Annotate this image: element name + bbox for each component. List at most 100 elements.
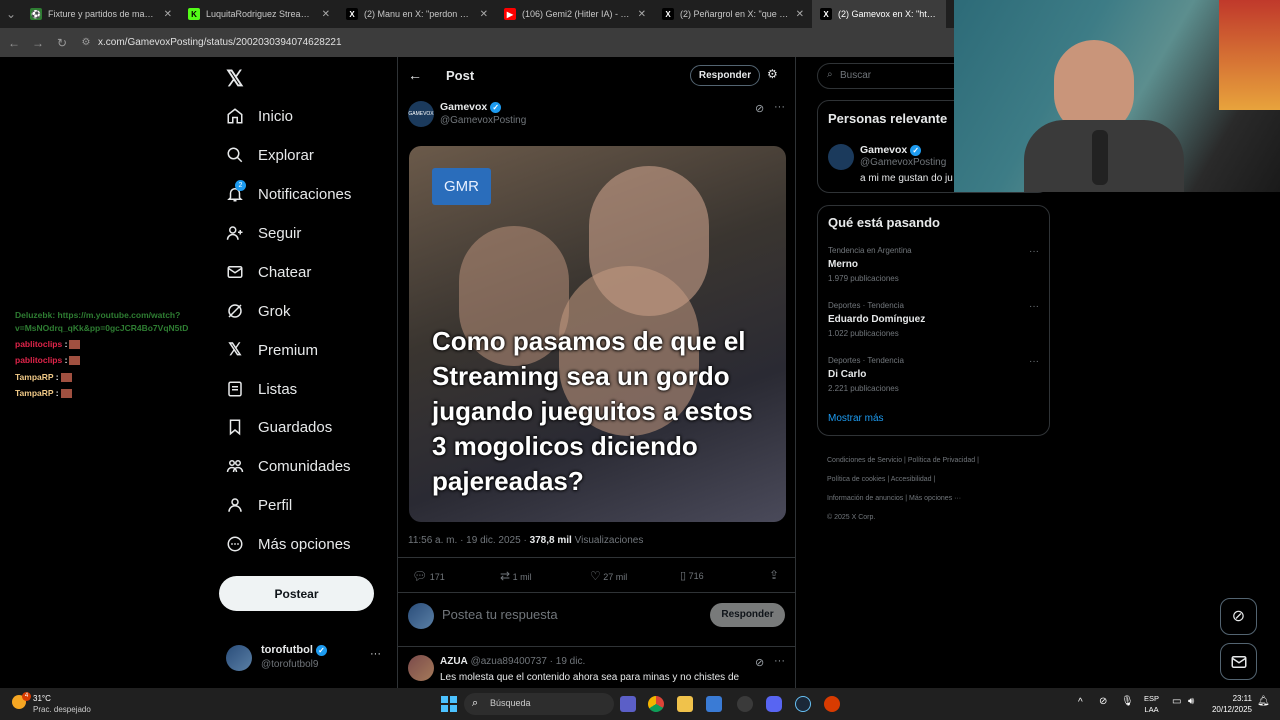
more-dots-icon[interactable]: ··· [1029, 356, 1039, 367]
taskbar-search[interactable]: ⌕ Búsqueda [464, 693, 614, 715]
app-red-icon[interactable] [824, 696, 840, 712]
filter-icon[interactable]: ⚙ [767, 67, 778, 81]
trend-item[interactable]: Deportes · Tendencia Di Carlo 2.221 publ… [828, 356, 1043, 400]
account-switcher[interactable]: torofutbol ✓ @torofutbol9 ··· [226, 642, 384, 674]
verified-icon: ✓ [490, 101, 502, 113]
chat-user: TampaRP [15, 372, 54, 382]
browser-tab[interactable]: ⚽ Fixture y partidos de mañana e ✕ [22, 0, 180, 28]
tab-close-icon[interactable]: ✕ [480, 9, 488, 20]
sidebar-item-inicio[interactable]: Inicio [226, 101, 293, 131]
forward-icon[interactable]: → [26, 36, 50, 50]
url-field[interactable]: x.com/GamevoxPosting/status/200203039407… [98, 37, 342, 48]
browser-tab-active[interactable]: X (2) Gamevox en X: "https://t.co [812, 0, 946, 28]
browser-tab[interactable]: X (2) Peñargrol en X: "que noche ✕ [654, 0, 812, 28]
post-button[interactable]: Postear [219, 576, 374, 611]
sidebar-item-comunidades[interactable]: Comunidades [226, 451, 351, 481]
post-image[interactable]: GMR Como pasamos de que el Streaming sea… [409, 146, 786, 522]
sidebar-item-premium[interactable]: 𝕏 Premium [226, 335, 318, 365]
account-name: torofutbol ✓ [261, 644, 327, 656]
share-icon[interactable]: ⇪ [769, 568, 779, 582]
bookmark-action[interactable]: ▯ 716 [680, 569, 704, 582]
sidebar-item-grok[interactable]: Grok [226, 296, 291, 326]
tray-display-icon[interactable]: ▭ [1172, 696, 1181, 707]
discord-icon[interactable] [766, 696, 782, 712]
back-arrow-icon[interactable]: ← [408, 67, 422, 83]
lang-secondary: LAA [1144, 705, 1159, 714]
tab-close-icon[interactable]: ✕ [164, 9, 172, 20]
sidebar-item-explorar[interactable]: Explorar [226, 140, 314, 170]
footer-link[interactable]: Información de anuncios [827, 495, 903, 502]
sidebar-item-listas[interactable]: Listas [226, 374, 297, 404]
site-info-icon[interactable]: ⚙ [74, 37, 98, 48]
tray-mic-icon[interactable]: 🎙︎ [1121, 696, 1134, 707]
tab-favicon: ⚽ [30, 8, 42, 20]
sidebar-item-seguir[interactable]: Seguir [226, 218, 301, 248]
reply-header-button[interactable]: Responder [690, 65, 760, 86]
more-dots-icon[interactable]: ··· [774, 655, 785, 667]
back-icon[interactable]: ← [2, 36, 26, 50]
section-title: Qué está pasando [828, 215, 940, 230]
more-dots-icon[interactable]: ··· [370, 648, 381, 660]
x-logo-icon[interactable]: 𝕏 [226, 66, 244, 92]
sidebar-item-chatear[interactable]: Chatear [226, 257, 311, 287]
chat-text: : [64, 339, 68, 349]
explorer-icon[interactable] [677, 696, 693, 712]
tab-close-icon[interactable]: ✕ [796, 9, 804, 20]
grok-floating-button[interactable]: ⊘ [1220, 598, 1257, 635]
browser-tab[interactable]: X (2) Manu en X: "perdon a todo ✕ [338, 0, 496, 28]
show-more-link[interactable]: Mostrar más [828, 413, 884, 424]
weather-widget[interactable]: 4 31°C Prac. despejado [12, 692, 92, 716]
browser-tab[interactable]: ▶ (106) Gemi2 (Hitler IA) - YouTub ✕ [496, 0, 654, 28]
tab-list-button[interactable]: ⌄ [0, 7, 22, 21]
footer-link[interactable]: Accesibilidad [891, 476, 932, 483]
reload-icon[interactable]: ↻ [50, 36, 74, 50]
sidebar-item-mas-opciones[interactable]: Más opciones [226, 529, 351, 559]
steam-icon[interactable] [795, 696, 811, 712]
footer-link[interactable]: Política de cookies [827, 476, 885, 483]
tab-favicon: X [662, 8, 674, 20]
store-icon[interactable] [706, 696, 722, 712]
emote-icon [69, 340, 81, 350]
repost-action[interactable]: ⇄ 1 mil [500, 569, 532, 583]
clock[interactable]: 23:11 20/12/2025 [1206, 693, 1252, 715]
tray-network-icon[interactable]: ⊘ [1099, 696, 1107, 707]
like-action[interactable]: ♡ 27 mil [590, 569, 627, 583]
image-caption: Como pasamos de que el Streaming sea un … [432, 326, 753, 496]
messages-floating-button[interactable] [1220, 643, 1257, 680]
tab-close-icon[interactable]: ✕ [638, 9, 646, 20]
footer-links: Condiciones de Servicio | Política de Pr… [827, 457, 979, 521]
footer-link[interactable]: Política de Privacidad [908, 457, 975, 464]
comment-text: Les molesta que el contenido ahora sea p… [440, 672, 740, 683]
grok-icon[interactable]: ⊘ [755, 102, 764, 115]
footer-link[interactable]: Condiciones de Servicio [827, 457, 902, 464]
browser-tab[interactable]: K LuquitaRodriguez Stream - Wat ✕ [180, 0, 338, 28]
tray-chevron-icon[interactable]: ^ [1078, 697, 1083, 708]
reply-submit-button[interactable]: Responder [710, 603, 785, 627]
trend-item[interactable]: Tendencia en Argentina Merno 1.979 publi… [828, 246, 1043, 290]
sidebar-item-perfil[interactable]: Perfil [226, 490, 292, 520]
copilot-icon[interactable] [620, 696, 636, 712]
start-button[interactable] [441, 696, 457, 712]
emote-icon [60, 389, 72, 399]
tray-volume-icon[interactable]: 🔊︎ [1188, 696, 1194, 707]
trend-item[interactable]: Deportes · Tendencia Eduardo Domínguez 1… [828, 301, 1043, 345]
chat-message: TampaRP : [15, 388, 72, 399]
reply-action[interactable]: 💬︎ 171 [412, 569, 445, 583]
notification-bell-icon[interactable]: 🔔︎ [1257, 696, 1270, 707]
sidebar-item-guardados[interactable]: Guardados [226, 412, 332, 442]
more-dots-icon[interactable]: ··· [774, 101, 785, 113]
account-handle: @torofutbol9 [261, 659, 319, 670]
footer-link[interactable]: Más opciones ··· [909, 495, 961, 502]
more-dots-icon[interactable]: ··· [1029, 246, 1039, 257]
chat-text: : [55, 372, 59, 382]
emote-icon [60, 373, 72, 383]
sidebar-item-notificaciones[interactable]: 2 Notificaciones [226, 179, 351, 209]
tab-close-icon[interactable]: ✕ [322, 9, 330, 20]
author-name: Gamevox ✓ [440, 101, 502, 113]
language-indicator[interactable]: ESP LAA [1144, 693, 1159, 715]
more-dots-icon[interactable]: ··· [1029, 301, 1039, 312]
app-icon[interactable] [737, 696, 753, 712]
chrome-icon[interactable] [648, 696, 664, 712]
reply-input[interactable]: Postea tu respuesta [442, 607, 558, 622]
grok-icon[interactable]: ⊘ [755, 656, 764, 669]
